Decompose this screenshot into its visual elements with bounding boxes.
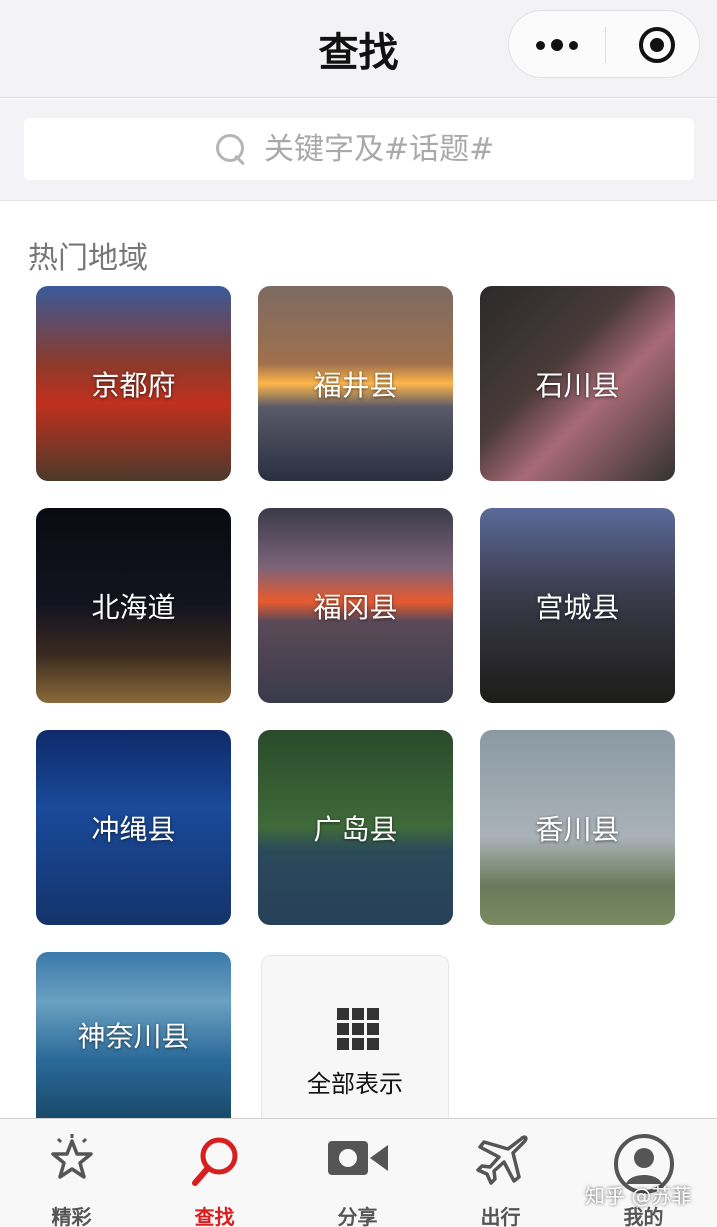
- dot: [569, 40, 578, 50]
- region-tile-kanagawa[interactable]: 神奈川县: [36, 952, 231, 1118]
- tab-travel[interactable]: 出行: [429, 1119, 572, 1227]
- tab-featured[interactable]: 精彩: [0, 1119, 143, 1227]
- region-label: 石川县: [535, 368, 620, 402]
- capsule-divider: [605, 27, 606, 63]
- region-tile-hokkaido[interactable]: 北海道: [36, 508, 231, 703]
- region-tile-ishikawa[interactable]: 石川县: [480, 286, 675, 481]
- region-label: 宫城县: [535, 590, 620, 624]
- region-tile-okinawa[interactable]: 冲绳县: [36, 730, 231, 925]
- region-tile-miyagi[interactable]: 宫城县: [480, 508, 675, 703]
- tab-label: 分享: [337, 1205, 378, 1227]
- region-tile-hiroshima[interactable]: 广岛县: [258, 730, 453, 925]
- tab-share[interactable]: 分享: [286, 1119, 429, 1227]
- video-camera-icon: [327, 1141, 388, 1175]
- tab-bar: 精彩 查找 分享 出行 我的: [0, 1118, 717, 1227]
- search-icon: [214, 132, 248, 166]
- region-label: 京都府: [91, 368, 176, 402]
- close-target-icon[interactable]: [639, 27, 675, 63]
- tab-mine[interactable]: 我的: [572, 1119, 715, 1227]
- region-label: 神奈川县: [77, 1020, 190, 1053]
- watermark-text: 知乎 @苏菲: [585, 1184, 692, 1208]
- show-all-button[interactable]: 全部表示: [261, 955, 449, 1125]
- region-tile-fukui[interactable]: 福井县: [258, 286, 453, 481]
- search-input[interactable]: [264, 131, 504, 167]
- dot: [536, 40, 545, 50]
- region-tile-kagawa[interactable]: 香川县: [480, 730, 675, 925]
- grid-icon: [337, 1008, 379, 1050]
- star-icon: [50, 1134, 93, 1179]
- airplane-icon: [475, 1135, 528, 1185]
- region-label: 福冈县: [313, 590, 398, 624]
- region-tile-kyoto[interactable]: 京都府: [36, 286, 231, 481]
- region-tile-fukuoka[interactable]: 福冈县: [258, 508, 453, 703]
- region-label: 福井县: [313, 368, 398, 402]
- region-label: 香川县: [535, 812, 620, 846]
- more-options-button[interactable]: [509, 11, 605, 79]
- tab-label: 查找: [194, 1205, 235, 1227]
- section-title: 热门地域: [28, 241, 148, 276]
- dot: [551, 39, 563, 51]
- mini-program-capsule: [508, 10, 700, 78]
- header: 查找: [0, 0, 717, 98]
- region-label: 冲绳县: [91, 812, 176, 846]
- tab-label: 精彩: [51, 1205, 92, 1227]
- search-bar: [0, 99, 717, 201]
- region-label: 北海道: [91, 590, 176, 624]
- tab-search[interactable]: 查找: [143, 1119, 286, 1227]
- search-box[interactable]: [24, 118, 694, 180]
- show-all-label: 全部表示: [307, 1070, 403, 1098]
- tab-label: 出行: [480, 1205, 521, 1227]
- search-icon: [191, 1137, 237, 1186]
- region-label: 广岛县: [313, 812, 398, 846]
